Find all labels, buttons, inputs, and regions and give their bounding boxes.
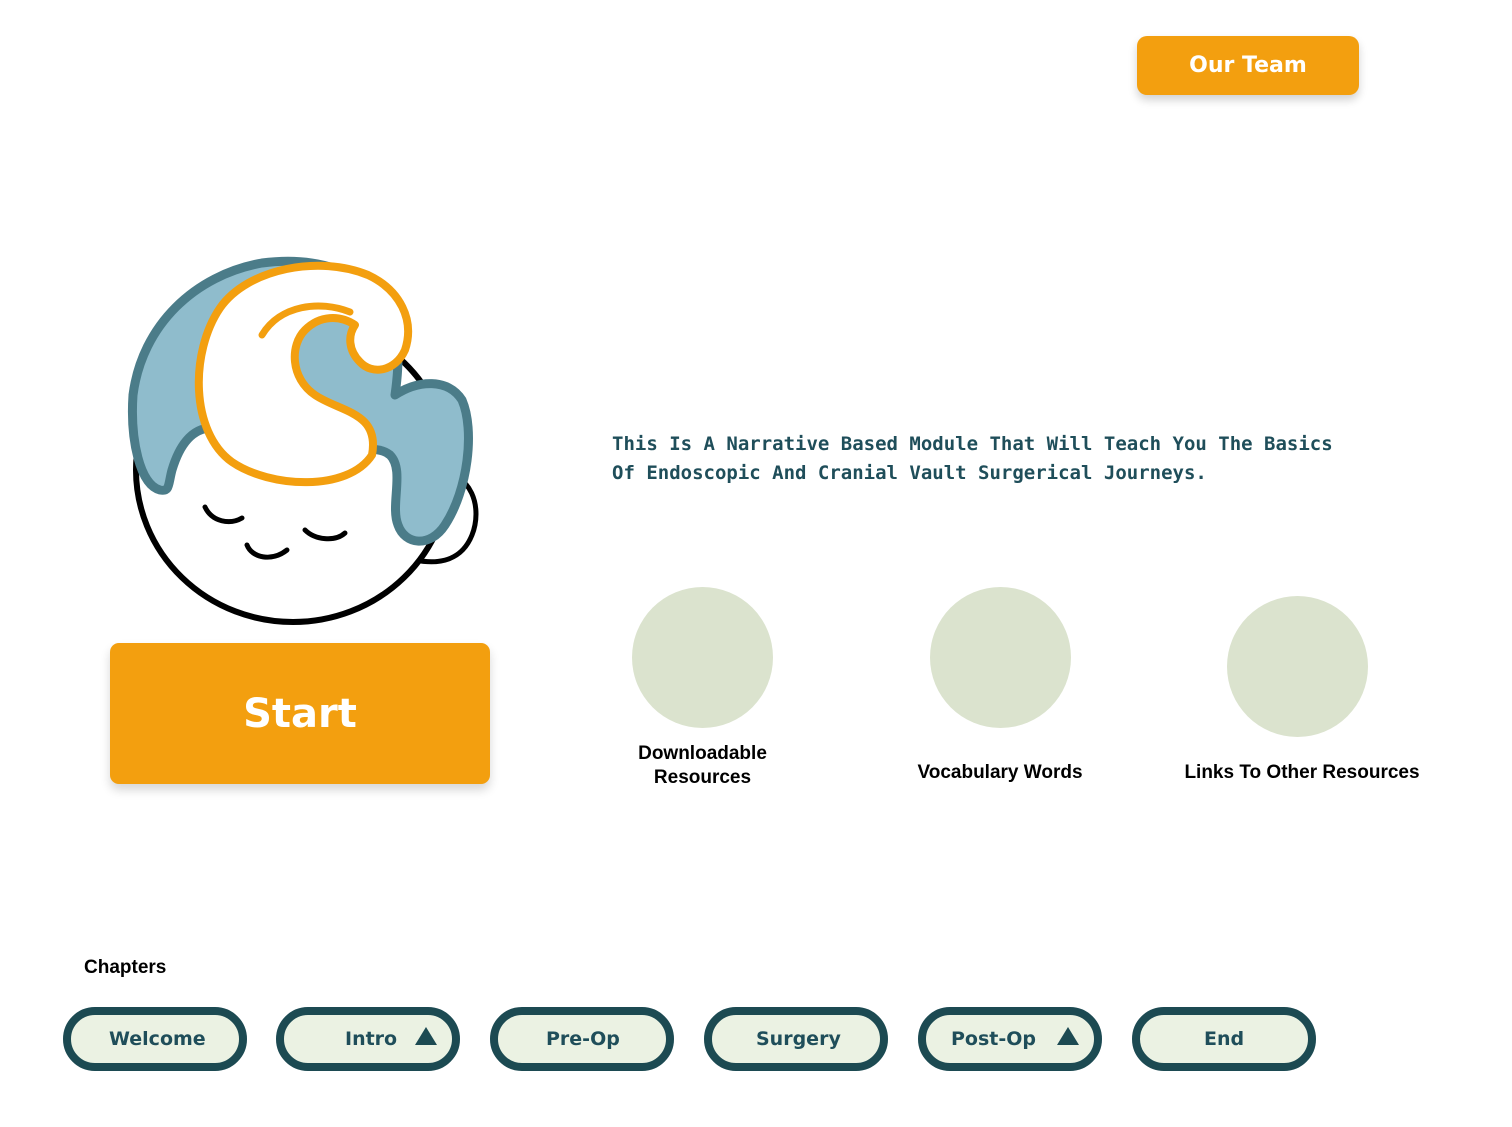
baby-head-logo-icon <box>128 256 479 625</box>
chapters-heading: Chapters <box>84 957 167 978</box>
chapter-intro[interactable]: Intro <box>276 1007 460 1071</box>
links-to-other-resources-icon <box>1227 596 1368 737</box>
chapter-label: End <box>1204 1028 1245 1050</box>
chapter-label: Pre-Op <box>546 1028 620 1050</box>
vocabulary-words-link[interactable]: Vocabulary Words <box>895 586 1105 796</box>
links-to-other-resources-link[interactable]: Links To Other Resources <box>1167 595 1437 795</box>
chapter-welcome[interactable]: Welcome <box>63 1007 247 1071</box>
downloadable-resources-label: Downloadable Resources <box>638 743 767 788</box>
downloadable-resources-link[interactable]: Downloadable Resources <box>600 586 805 796</box>
chapter-end[interactable]: End <box>1132 1007 1316 1071</box>
chapter-label: Intro <box>345 1028 398 1050</box>
description-line-2: Of Endoscopic And Cranial Vault Surgeric… <box>612 462 1207 484</box>
vocabulary-words-icon <box>930 587 1071 728</box>
chapter-pre-op[interactable]: Pre-Op <box>490 1007 674 1071</box>
triangle-up-icon[interactable] <box>1057 1027 1079 1045</box>
links-to-other-resources-label: Links To Other Resources <box>1184 762 1420 783</box>
our-team-button[interactable]: Our Team <box>1137 36 1359 95</box>
chapter-label: Post-Op <box>951 1028 1037 1050</box>
triangle-up-icon[interactable] <box>415 1027 437 1045</box>
chapter-post-op[interactable]: Post-Op <box>918 1007 1102 1071</box>
description-line-1: This Is A Narrative Based Module That Wi… <box>612 433 1333 455</box>
start-button[interactable]: Start <box>110 643 490 784</box>
chapter-surgery[interactable]: Surgery <box>704 1007 888 1071</box>
vocabulary-words-label: Vocabulary Words <box>917 762 1083 783</box>
chapter-label: Welcome <box>109 1028 206 1050</box>
chapter-label: Surgery <box>756 1028 841 1050</box>
downloadable-resources-icon <box>632 587 773 728</box>
module-description: This Is A Narrative Based Module That Wi… <box>612 430 1392 488</box>
